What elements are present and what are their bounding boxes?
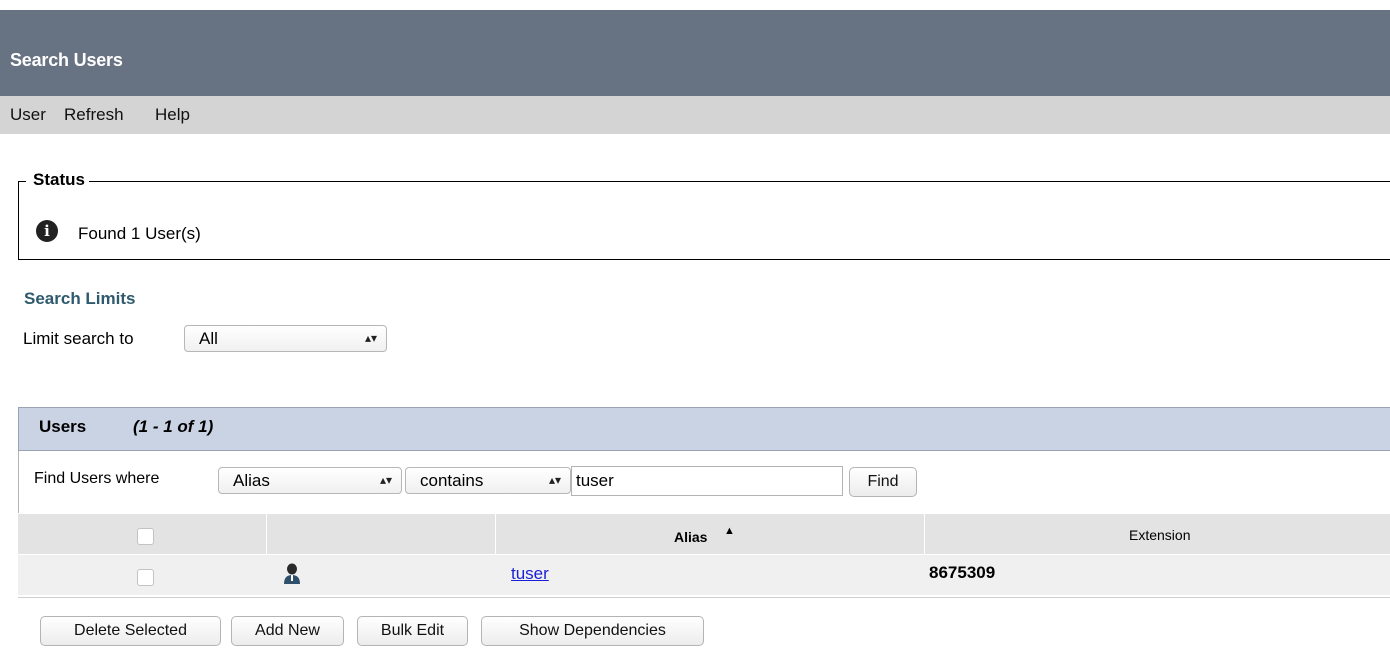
- operator-select-value: contains: [420, 471, 484, 490]
- limit-search-value: All: [199, 329, 218, 348]
- find-users-label: Find Users where: [34, 470, 160, 487]
- search-input[interactable]: tuser: [571, 466, 843, 496]
- menu-item-user[interactable]: User: [10, 105, 46, 125]
- search-limits-heading: Search Limits: [24, 289, 136, 308]
- title-bar: Search Users: [0, 0, 1390, 96]
- row-checkbox[interactable]: [137, 569, 154, 586]
- column-alias[interactable]: Alias ▲: [496, 514, 925, 554]
- status-row: i Found 1 User(s): [36, 218, 201, 244]
- limit-search-select[interactable]: All ▴▾: [184, 325, 387, 352]
- select-all-checkbox[interactable]: [137, 528, 154, 545]
- info-icon: i: [36, 220, 58, 242]
- select-arrows-icon: ▴▾: [379, 473, 392, 487]
- add-new-button[interactable]: Add New: [231, 616, 344, 646]
- show-dependencies-button[interactable]: Show Dependencies: [481, 616, 704, 646]
- status-panel: [18, 181, 1390, 260]
- status-legend: Status: [26, 170, 89, 190]
- extension-column-label[interactable]: Extension: [1129, 527, 1190, 543]
- menu-item-help[interactable]: Help: [155, 105, 190, 125]
- find-button[interactable]: Find: [849, 467, 917, 497]
- column-select-all: [18, 514, 267, 554]
- extension-value: 8675309: [929, 563, 996, 582]
- menu-bar: User Refresh Help: [0, 96, 1390, 134]
- column-icon: [267, 514, 496, 554]
- operator-select[interactable]: contains ▴▾: [405, 467, 571, 494]
- users-panel-header: Users (1 - 1 of 1): [18, 407, 1390, 451]
- delete-selected-button[interactable]: Delete Selected: [40, 616, 221, 646]
- field-select-value: Alias: [233, 471, 270, 490]
- alias-column-label[interactable]: Alias: [674, 529, 707, 545]
- select-arrows-icon: ▴▾: [548, 473, 561, 487]
- alias-link[interactable]: tuser: [511, 564, 549, 584]
- users-title: Users: [39, 417, 87, 436]
- user-icon: [283, 563, 301, 590]
- field-select[interactable]: Alias ▴▾: [218, 467, 402, 494]
- column-extension[interactable]: Extension: [925, 514, 1390, 554]
- select-arrows-icon: ▴▾: [364, 331, 377, 345]
- limit-search-label: Limit search to: [23, 329, 134, 348]
- table-row: tuser 8675309: [18, 555, 1390, 595]
- divider: [18, 597, 1390, 598]
- sort-ascending-icon: ▲: [724, 525, 735, 537]
- page-title: Search Users: [10, 50, 123, 70]
- users-range: (1 - 1 of 1): [133, 417, 214, 436]
- menu-item-refresh[interactable]: Refresh: [64, 105, 124, 125]
- status-message: Found 1 User(s): [78, 224, 201, 243]
- bulk-edit-button[interactable]: Bulk Edit: [357, 616, 468, 646]
